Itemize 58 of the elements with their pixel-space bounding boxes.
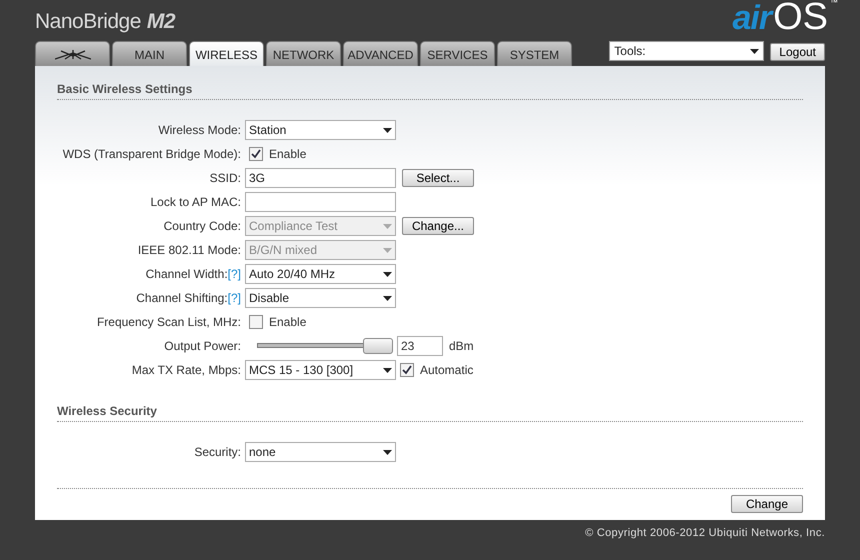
nav-tab[interactable]: NETWORK [266,41,341,66]
help-link[interactable]: [?] [228,267,241,281]
field-label: Output Power: [164,339,241,353]
field-label: IEEE 802.11 Mode: [138,243,241,257]
field-label: Country Code: [164,219,241,233]
field-label: Frequency Scan List, MHz: [96,315,241,329]
field-label: Lock to AP MAC: [150,195,241,209]
field-label: Max TX Rate, Mbps: [132,363,241,377]
input-field[interactable] [245,192,396,212]
unit-label: dBm [449,339,474,353]
product-name: NanoBridge [35,10,141,34]
dropdown-field[interactable]: MCS 15 - 130 [300] [245,360,396,380]
nav-tab[interactable]: WIRELESS [189,41,264,66]
dropdown-caret-icon [383,450,392,454]
checkbox-label: Enable [269,315,306,329]
dropdown-caret-icon [383,296,392,300]
checkbox-label: Automatic [420,363,474,377]
logo-text: OS [773,0,828,39]
nav-tab[interactable]: ADVANCED [343,41,418,66]
dropdown-caret-icon [383,272,392,276]
dropdown-caret-icon [383,224,392,228]
dropdown-field[interactable]: none [245,442,396,462]
input-field[interactable]: 3G [245,168,396,188]
checkbox[interactable] [249,147,263,161]
section-title: Basic Wireless Settings [57,80,803,100]
dropdown-field[interactable]: Auto 20/40 MHz [245,264,396,284]
change-button[interactable]: Change [731,495,803,513]
field-label: WDS (Transparent Bridge Mode): [62,147,241,161]
dropdown-caret-icon [383,248,392,252]
tools-dropdown[interactable]: Tools: [609,41,764,61]
help-link[interactable]: [?] [228,291,241,305]
slider-track[interactable] [257,338,393,354]
nav-tab[interactable]: SYSTEM [497,41,572,66]
section-title: Wireless Security [57,402,803,422]
dropdown-field[interactable]: Disable [245,288,396,308]
nav-tab[interactable]: MAIN [112,41,187,66]
copyright-text: © Copyright 2006-2012 Ubiquiti Networks, Inc. [585,527,825,539]
dropdown-caret-icon [383,128,392,132]
dropdown-field[interactable]: Station [245,120,396,140]
checkbox[interactable] [400,363,414,377]
logout-button[interactable]: Logout [770,43,825,61]
nav-tab[interactable]: SERVICES [420,41,495,66]
home-tab[interactable] [35,41,110,66]
field-label: Security: [194,445,241,459]
field-label: Wireless Mode: [158,123,241,137]
antenna-logo-icon [54,50,90,60]
field-label: Channel Shifting: [136,291,228,305]
input-field[interactable]: 23 [397,336,443,356]
select-button[interactable]: Select... [402,169,474,187]
slider-thumb[interactable] [363,338,393,354]
logo-text: air [732,0,772,38]
dropdown-caret-icon [750,48,760,54]
field-label: SSID: [210,171,241,185]
model-name: M2 [146,10,176,34]
dropdown-caret-icon [383,368,392,372]
checkbox[interactable] [249,315,263,329]
field-label: Channel Width: [146,267,228,281]
checkbox-label: Enable [269,147,306,161]
